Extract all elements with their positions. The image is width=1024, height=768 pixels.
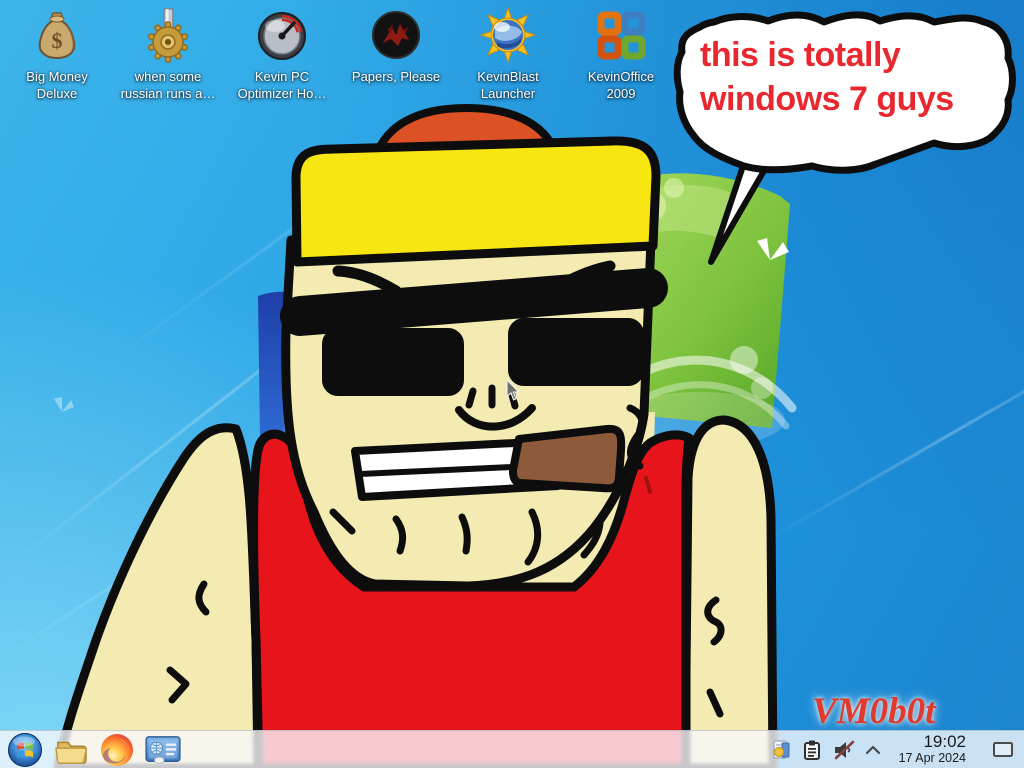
windows-orb-icon [7, 732, 43, 768]
mouse-cursor [506, 380, 522, 402]
desktop-icon-label: KevinBlastLauncher [452, 68, 564, 102]
desktop-icon-papers-please[interactable]: Papers, Please [340, 6, 452, 85]
desktop-icon-kevin-pc-optimizer[interactable]: Kevin PCOptimizer Ho… [226, 6, 338, 102]
desktop-icon-kevinoffice-2009[interactable]: KevinOffice2009 [565, 6, 677, 102]
tray-clipboard-button[interactable] [801, 739, 823, 761]
desktop-icon-label: KevinOffice2009 [565, 68, 677, 102]
notes-icon [770, 739, 792, 761]
speaker-muted-icon [832, 739, 856, 761]
butterfly-icon [54, 397, 74, 412]
speech-bubble-text: this is totally windows 7 guys [700, 33, 970, 121]
desktop-icon-label: Kevin PCOptimizer Ho… [226, 68, 338, 102]
taskbar-clock[interactable]: 19:02 17 Apr 2024 [895, 733, 970, 765]
speech-bubble-line: windows 7 guys [700, 77, 970, 121]
desktop-icon-russian-gear[interactable]: when somerussian runs a… [112, 6, 224, 102]
taskbar-firefox-button[interactable] [98, 732, 136, 768]
system-info-icon [144, 735, 182, 765]
folder-icon [53, 734, 89, 766]
tray-expand-button[interactable] [865, 745, 881, 755]
office-grid-icon [592, 6, 650, 64]
clock-time: 19:02 [899, 733, 966, 752]
tray-notes-button[interactable] [770, 739, 792, 761]
start-button[interactable] [6, 732, 44, 768]
dark-eagle-icon [367, 6, 425, 64]
desktop-icon-kevinblast-launcher[interactable]: KevinBlastLauncher [452, 6, 564, 102]
clipboard-icon [801, 739, 823, 761]
desktop-icon-big-money-deluxe[interactable]: $ Big MoneyDeluxe [1, 6, 113, 102]
taskbar: 19:02 17 Apr 2024 [0, 730, 1024, 768]
speech-bubble-line: this is totally [700, 33, 970, 77]
clock-date: 17 Apr 2024 [899, 752, 966, 766]
brass-gear-icon [139, 6, 197, 64]
money-bag-icon: $ [28, 6, 86, 64]
desktop-icon-label: when somerussian runs a… [112, 68, 224, 102]
watermark-text: VM0b0t [812, 690, 935, 733]
chevron-up-icon [865, 745, 881, 755]
taskbar-system-info-button[interactable] [144, 732, 182, 768]
taskbar-file-manager-button[interactable] [52, 732, 90, 768]
firefox-icon [99, 732, 135, 768]
desktop: this is totally windows 7 guys $ Big Mon… [0, 0, 1024, 768]
svg-text:$: $ [52, 28, 63, 53]
speed-gauge-icon [253, 6, 311, 64]
tray-volume-button[interactable] [832, 739, 856, 761]
show-desktop-icon [992, 741, 1014, 759]
system-tray [770, 739, 881, 761]
show-desktop-button[interactable] [992, 741, 1014, 759]
sun-globe-icon [479, 6, 537, 64]
desktop-icon-label: Big MoneyDeluxe [1, 68, 113, 102]
desktop-icon-label: Papers, Please [340, 68, 452, 85]
